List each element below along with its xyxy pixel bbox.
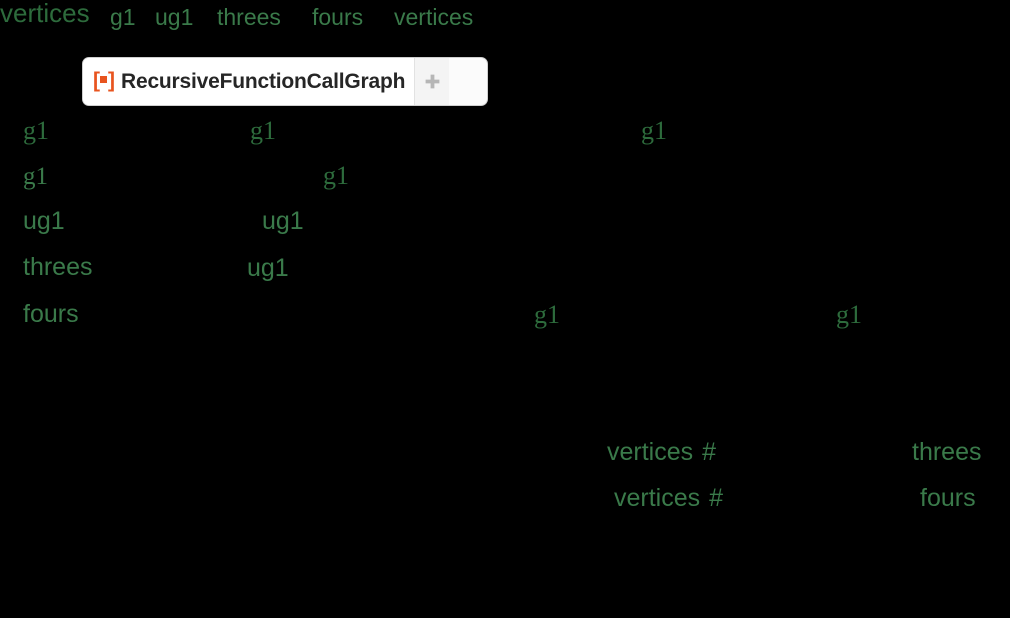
graph-token-ug1-a: ug1 [262, 207, 304, 235]
header-token-g1: g1 [110, 4, 136, 30]
graph-token-g1-a: g1 [250, 116, 276, 145]
resource-function-button[interactable]: [] RecursiveFunctionCallGraph [82, 57, 488, 106]
header-token-fours: fours [312, 4, 364, 30]
row-label-g1-1: g1 [23, 116, 49, 145]
header-token-vertices: vertices [394, 4, 474, 30]
pure-function-result-fours: fours [920, 484, 976, 512]
row-label-vertices: vertices [0, 0, 90, 28]
plus-icon[interactable] [415, 58, 450, 105]
row-label-threes: threes [23, 253, 93, 281]
row-label-fours: fours [23, 300, 79, 328]
header-token-threes: threes [217, 4, 281, 30]
header-token-ug1: ug1 [155, 4, 194, 30]
graph-token-ug1-b: ug1 [247, 254, 289, 282]
slot-hash-icon-1: # [702, 438, 717, 466]
graph-token-g1-b: g1 [641, 116, 667, 145]
resource-function-bracket-icon: [] [93, 69, 115, 92]
pure-function-head-2: vertices [614, 484, 701, 512]
pure-function-head-1: vertices [607, 438, 694, 466]
row-label-g1-2: g1 [23, 163, 48, 190]
resource-function-main[interactable]: [] RecursiveFunctionCallGraph [83, 58, 416, 105]
pure-function-result-threes: threes [912, 438, 982, 466]
resource-function-name: RecursiveFunctionCallGraph [121, 70, 406, 93]
graph-token-g1-d: g1 [534, 300, 560, 329]
row-label-ug1: ug1 [23, 207, 65, 235]
pure-function-vertices-1: vertices # [607, 440, 716, 465]
graph-token-g1-c: g1 [323, 161, 349, 190]
notebook-output-canvas: g1 ug1 threes fours vertices g1 g1 ug1 t… [0, 0, 1010, 618]
pure-function-vertices-2: vertices # [614, 486, 723, 511]
graph-token-g1-e: g1 [836, 300, 862, 329]
slot-hash-icon-2: # [709, 484, 724, 512]
